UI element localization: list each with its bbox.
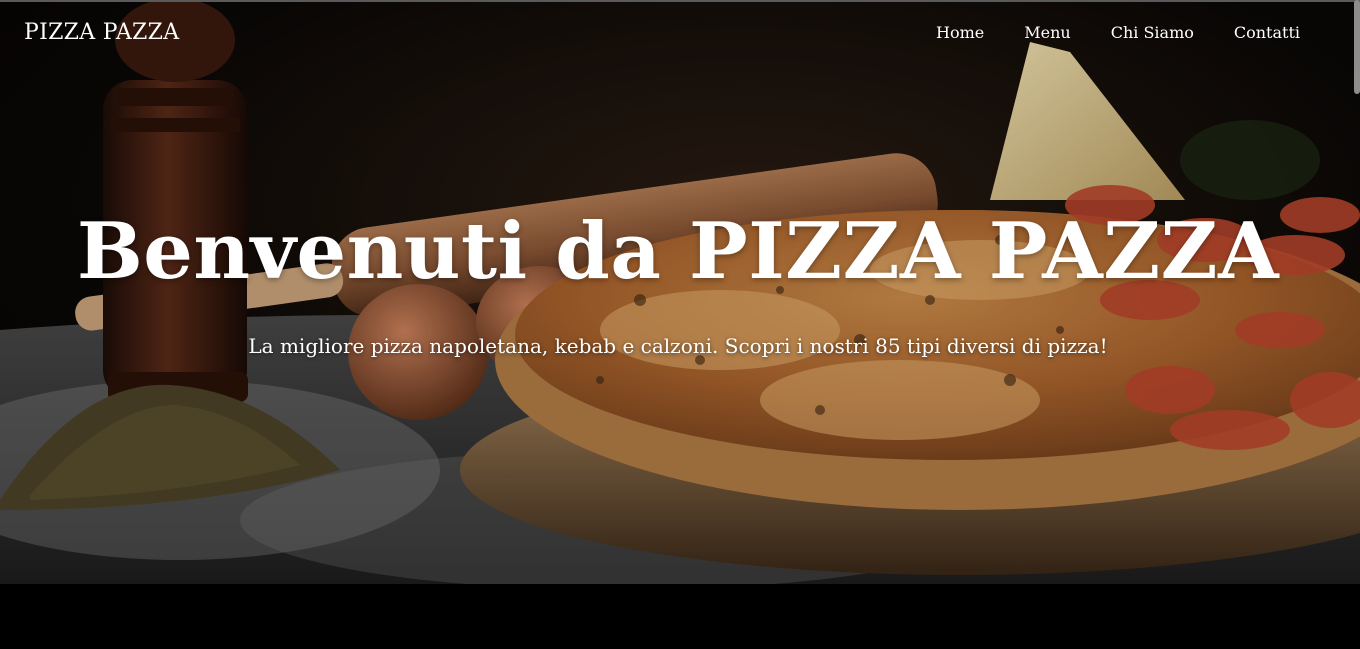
main-nav: Home Menu Chi Siamo Contatti [936,23,1300,42]
brand-logo[interactable]: PIZZA PAZZA [24,20,179,45]
page-bottom-band [0,584,1360,649]
page: PIZZA PAZZA Home Menu Chi Siamo Contatti… [0,0,1360,649]
nav-item-home: Home [936,23,984,42]
scrollbar-thumb[interactable] [1354,0,1360,94]
nav-item-menu: Menu [1024,23,1070,42]
nav-link-home[interactable]: Home [936,23,984,42]
nav-link-chi-siamo[interactable]: Chi Siamo [1111,23,1194,42]
nav-item-contatti: Contatti [1234,23,1300,42]
top-border [0,0,1360,2]
nav-item-chi-siamo: Chi Siamo [1111,23,1194,42]
hero-subtitle: La migliore pizza napoletana, kebab e ca… [248,334,1108,358]
nav-link-contatti[interactable]: Contatti [1234,23,1300,42]
nav-link-menu[interactable]: Menu [1024,23,1070,42]
hero-title: Benvenuti da PIZZA PAZZA [76,206,1280,297]
